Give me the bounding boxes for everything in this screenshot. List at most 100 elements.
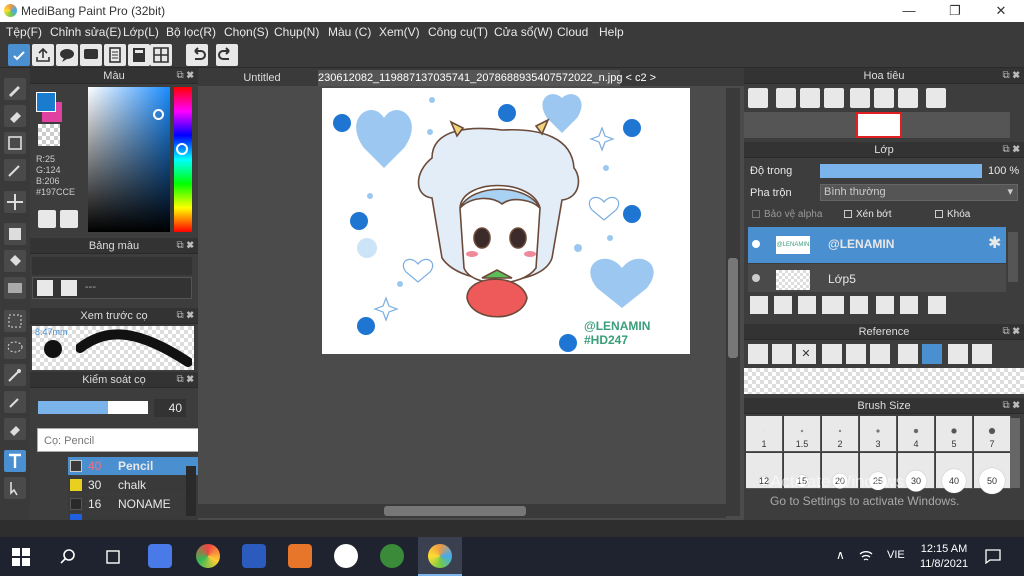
new-layer-icon[interactable]: [750, 296, 768, 314]
menu-filter[interactable]: Bộ lọc(R): [166, 25, 216, 39]
language-indicator[interactable]: VIE: [887, 549, 905, 561]
notification-icon[interactable]: [984, 548, 1002, 565]
grid-icon[interactable]: [150, 44, 172, 66]
brush-size-cell[interactable]: 7: [974, 416, 1011, 452]
pdf-icon[interactable]: [288, 544, 312, 568]
zoom-out-icon[interactable]: [870, 344, 890, 364]
zalo-icon[interactable]: [334, 544, 358, 568]
select-eraser-icon[interactable]: [4, 418, 26, 440]
menu-layer[interactable]: Lớp(L): [123, 25, 159, 39]
hand-icon[interactable]: [922, 344, 942, 364]
brush-size-value[interactable]: 40: [154, 399, 186, 417]
panel-controls-icon[interactable]: ⧉ ✖: [1002, 324, 1020, 340]
magic-wand-icon[interactable]: [4, 364, 26, 386]
share-icon[interactable]: [32, 44, 54, 66]
move-tool-icon[interactable]: [4, 191, 26, 213]
reference-preview[interactable]: [744, 368, 1024, 394]
document-icon[interactable]: [104, 44, 126, 66]
select-pen-icon[interactable]: [4, 391, 26, 413]
chrome-icon[interactable]: [196, 544, 220, 568]
tab-untitled[interactable]: Untitled: [206, 70, 318, 86]
text-tool-icon[interactable]: [4, 450, 26, 472]
vertical-scroll-thumb[interactable]: [728, 258, 738, 358]
brush-list-scrollbar[interactable]: [186, 466, 196, 516]
brush-size-scrollbar[interactable]: [1010, 418, 1020, 488]
close-reference-icon[interactable]: ✕: [796, 344, 816, 364]
menu-help[interactable]: Help: [599, 25, 624, 39]
undo-icon[interactable]: [186, 44, 208, 66]
zoom-app-icon[interactable]: [148, 544, 172, 568]
fill-rect-icon[interactable]: [4, 223, 26, 245]
fit-window-icon[interactable]: [800, 88, 820, 108]
rectangle-tool-icon[interactable]: [4, 132, 26, 154]
hue-cursor[interactable]: [176, 143, 188, 155]
new-palette-icon[interactable]: [37, 280, 53, 296]
zoom-out-icon[interactable]: [824, 88, 844, 108]
operation-tool-icon[interactable]: [4, 477, 26, 499]
menu-select[interactable]: Chọn(S): [224, 25, 269, 39]
gear-icon[interactable]: ✱: [988, 233, 1001, 253]
panel-controls-icon[interactable]: ⧉ ✖: [176, 372, 194, 388]
panel-controls-icon[interactable]: ⧉ ✖: [176, 68, 194, 84]
saturation-value-box[interactable]: [88, 87, 170, 232]
gradient-tool-icon[interactable]: [4, 277, 26, 299]
tab-active-image[interactable]: 230612082_119887137035741_20786889354075…: [318, 70, 656, 86]
brush-size-cell[interactable]: 5: [936, 416, 973, 452]
panel-controls-icon[interactable]: ⧉ ✖: [176, 308, 194, 324]
dot-brush-icon[interactable]: [4, 159, 26, 181]
clock[interactable]: 12:15 AM 11/8/2021: [918, 542, 970, 572]
brush-size-cell[interactable]: 4: [898, 416, 935, 452]
cloud-save-icon[interactable]: [8, 44, 30, 66]
layer-row-lop5[interactable]: Lớp5: [748, 264, 1006, 292]
reset-view-icon[interactable]: [948, 344, 968, 364]
open-reference-icon[interactable]: [772, 344, 792, 364]
navigator-preview[interactable]: [744, 112, 1010, 138]
panel-controls-icon[interactable]: ⧉ ✖: [1002, 142, 1020, 158]
brush-size-cell[interactable]: 2: [822, 416, 859, 452]
fullscreen-icon[interactable]: [972, 344, 992, 364]
brush-size-cell[interactable]: 50: [974, 453, 1011, 494]
green-app-icon[interactable]: [380, 544, 404, 568]
close-button[interactable]: ✕: [978, 0, 1024, 22]
search-icon[interactable]: [58, 547, 78, 567]
folder-icon[interactable]: [850, 296, 868, 314]
duplicate-layer-icon[interactable]: [876, 296, 894, 314]
eyedropper-icon[interactable]: [898, 344, 918, 364]
foreground-color-swatch[interactable]: [36, 92, 56, 112]
minimize-button[interactable]: —: [886, 0, 932, 22]
menu-file[interactable]: Tệp(F): [6, 25, 42, 39]
menu-edit[interactable]: Chỉnh sửa(E): [50, 25, 121, 39]
speech-bubble-icon[interactable]: [80, 44, 102, 66]
windows-start-icon[interactable]: [12, 548, 30, 566]
menu-view[interactable]: Xem(V): [379, 25, 420, 39]
horizontal-scrollbar[interactable]: [198, 504, 726, 518]
layer-scrollbar[interactable]: [1008, 232, 1018, 282]
task-view-icon[interactable]: [103, 547, 123, 567]
navigator-viewport[interactable]: [856, 112, 902, 138]
fit-window-icon[interactable]: [846, 344, 866, 364]
eraser-tool-icon[interactable]: [4, 105, 26, 127]
reset-view-icon[interactable]: [874, 88, 894, 108]
menu-cloud[interactable]: Cloud: [557, 25, 588, 39]
trash-icon[interactable]: [928, 296, 946, 314]
horizontal-scroll-thumb[interactable]: [384, 506, 526, 516]
word-icon[interactable]: [242, 544, 266, 568]
panel-controls-icon[interactable]: ⧉ ✖: [1002, 68, 1020, 84]
comment-icon[interactable]: [56, 44, 78, 66]
rotate-right-icon[interactable]: [898, 88, 918, 108]
brush-size-cell[interactable]: 3: [860, 416, 897, 452]
brush-size-slider[interactable]: [38, 401, 148, 414]
new-8bit-layer-icon[interactable]: [798, 296, 816, 314]
select-rect-icon[interactable]: [4, 310, 26, 332]
add-layer-menu-icon[interactable]: [822, 296, 844, 314]
chevron-up-icon[interactable]: ∧: [836, 548, 845, 562]
zoom-in-icon[interactable]: [776, 88, 796, 108]
brush-size-cell[interactable]: 1: [746, 416, 783, 452]
protect-alpha-checkbox[interactable]: [752, 210, 760, 218]
opacity-slider[interactable]: [820, 164, 982, 178]
menu-color[interactable]: Màu (C): [328, 25, 371, 39]
artwork-canvas[interactable]: @LENAMIN #HD247: [322, 88, 690, 354]
new-halftone-layer-icon[interactable]: [774, 296, 792, 314]
maximize-button[interactable]: ❐: [932, 0, 978, 22]
panel-controls-icon[interactable]: ⧉ ✖: [176, 238, 194, 254]
